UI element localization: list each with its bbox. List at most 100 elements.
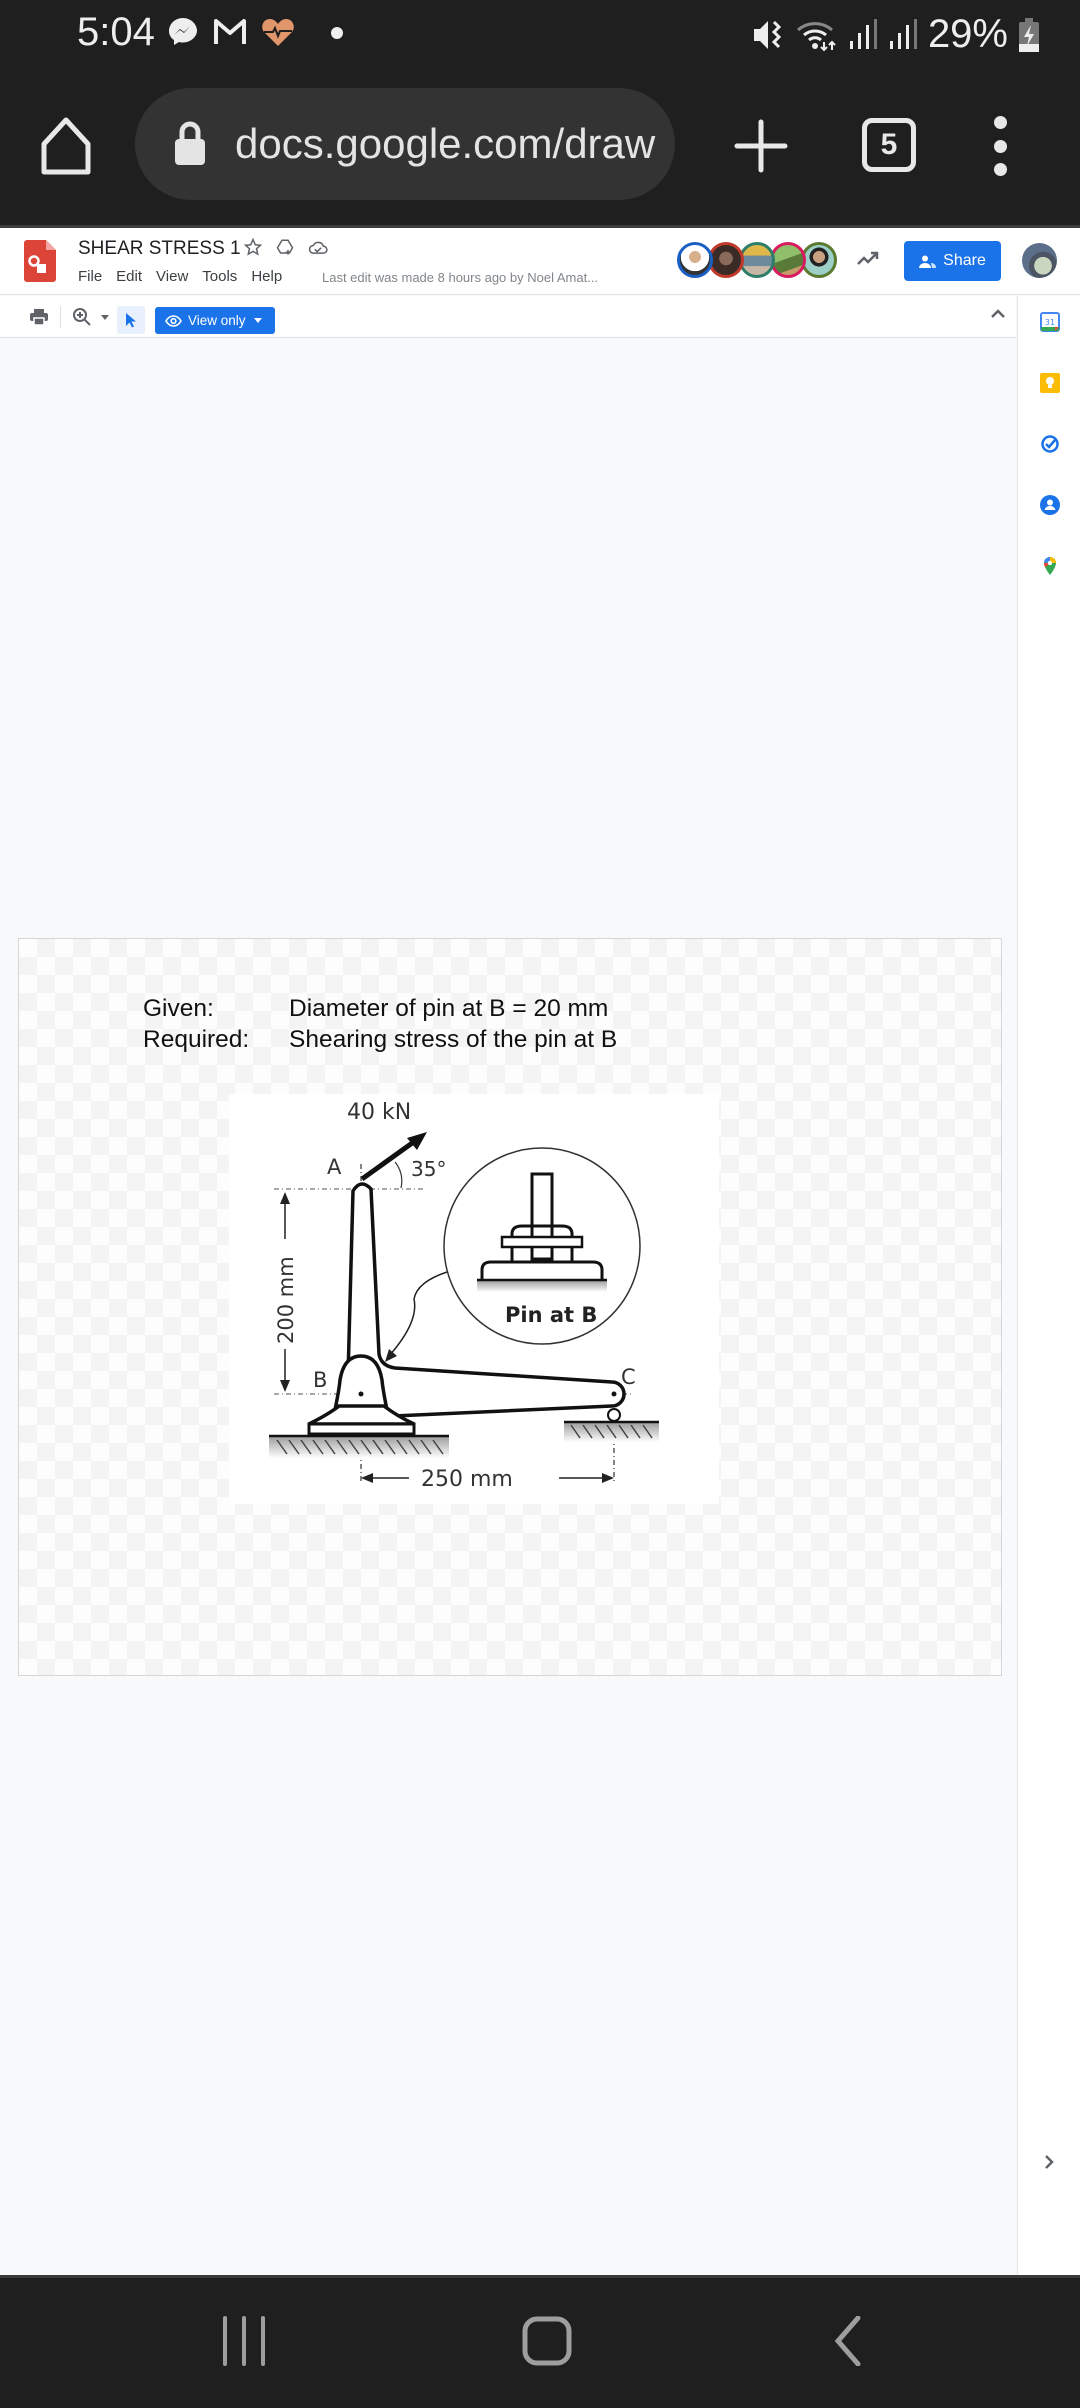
new-tab-icon[interactable] [733,118,789,174]
title-icons [244,238,328,256]
point-a-label: A [327,1155,342,1179]
wifi-icon [796,21,836,51]
browser-toolbar: docs.google.com/draw 5 [0,70,1080,225]
recent-apps-icon[interactable] [222,2316,266,2366]
signal-icon [849,18,877,49]
collaborator-avatar[interactable] [677,242,713,278]
url-text[interactable]: docs.google.com/draw [235,120,665,168]
print-icon[interactable] [30,309,48,325]
zoom-icon[interactable] [72,307,92,327]
point-c-label: C [621,1365,636,1389]
menu-bar: File Edit View Tools Help [78,268,296,285]
maps-icon[interactable] [1040,556,1060,576]
browser-menu-icon[interactable] [990,116,1010,176]
collaborator-avatars [677,242,837,278]
calendar-icon[interactable]: 31 [1040,312,1060,332]
health-heart-icon [262,19,294,46]
home-icon[interactable] [38,116,94,176]
last-edit-link[interactable]: Last edit was made 8 hours ago by Noel A… [322,270,598,285]
roller-c [607,1408,621,1422]
pin-b [358,1391,364,1397]
share-label: Share [943,252,986,269]
collaborator-avatar[interactable] [708,242,744,278]
view-only-label: View only [188,313,246,328]
android-nav-bar [0,2275,1080,2408]
chevron-right-icon[interactable] [1043,2154,1055,2170]
drawings-logo-icon[interactable] [24,240,56,282]
drawing-page[interactable]: Given: Diameter of pin at B = 20 mm Requ… [18,938,1002,1676]
signal-icon [889,18,917,49]
base-plate [307,1422,416,1436]
tab-count: 5 [880,128,898,161]
side-panel: 31 [1017,296,1080,2275]
leader-arrowhead [385,1349,397,1362]
activity-dashboard-icon[interactable] [857,250,879,266]
menu-help[interactable]: Help [251,268,282,285]
docs-header: SHEAR STRESS 1 File Edit View Tools Help… [0,228,1080,295]
cloud-saved-icon[interactable] [308,238,328,256]
menu-edit[interactable]: Edit [116,268,142,285]
calendar-day: 31 [1045,318,1055,327]
account-avatar[interactable] [1022,243,1057,278]
document-title[interactable]: SHEAR STRESS 1 [78,238,241,260]
star-icon[interactable] [244,238,262,256]
inset-label: Pin at B [505,1303,597,1327]
google-drawings-app: SHEAR STRESS 1 File Edit View Tools Help… [0,225,1080,2275]
menu-view[interactable]: View [156,268,188,285]
inset-ground [477,1280,607,1292]
dot-icon [331,27,343,39]
address-bar[interactable]: docs.google.com/draw [135,88,675,200]
angle-arc [394,1161,403,1189]
tasks-icon[interactable] [1040,434,1060,454]
gmail-icon [214,19,246,44]
battery-percent: 29% [927,12,1008,56]
given-label: Given: [143,995,214,1022]
inset-base [480,1260,604,1280]
bracket-diagram[interactable]: 40 kN A 35° 200 mm B C 250 mm Pin at B [229,1094,719,1504]
keep-icon[interactable] [1040,373,1060,393]
collaborator-avatar[interactable] [801,242,837,278]
zoom-dropdown-caret[interactable] [101,315,109,320]
person-add-icon [919,255,937,268]
force-label: 40 kN [347,1100,411,1125]
status-time: 5:04 [77,10,155,54]
angle-label: 35° [411,1157,446,1181]
ground-left [269,1436,449,1458]
contacts-icon[interactable] [1040,495,1060,515]
pin-c [611,1391,617,1397]
required-label: Required: [143,1026,250,1053]
chevron-down-icon [253,318,262,323]
collaborator-avatar[interactable] [770,242,806,278]
menu-file[interactable]: File [78,268,102,285]
system-icons: 29% [752,12,1040,57]
messenger-icon [169,18,197,45]
home-button-icon[interactable] [522,2316,572,2366]
collaborator-avatar[interactable] [739,242,775,278]
force-arrow [360,1138,417,1182]
given-text: Diameter of pin at B = 20 mm [289,995,609,1022]
toolbar: View only [0,296,1016,338]
vibrate-mute-icon [753,20,782,49]
chevron-up-icon[interactable] [990,308,1006,320]
horizontal-dimension-label: 250 mm [421,1467,513,1492]
lock-icon [175,121,205,165]
required-text: Shearing stress of the pin at B [289,1026,618,1053]
tab-switcher-button[interactable]: 5 [862,118,916,172]
move-to-drive-icon[interactable] [276,238,294,256]
inset-pin [500,1235,584,1249]
select-tool-button[interactable] [117,306,145,334]
toolbar-divider [60,306,61,328]
point-b-label: B [313,1368,327,1392]
share-button[interactable]: Share [904,241,1001,281]
menu-tools[interactable]: Tools [202,268,237,285]
back-icon[interactable] [833,2316,863,2366]
eye-icon [165,314,182,327]
status-bar: 5:04 29% [0,0,1080,70]
vertical-dimension-label: 200 mm [274,1256,298,1344]
notification-icons [167,16,349,48]
drawing-canvas[interactable]: Given: Diameter of pin at B = 20 mm Requ… [0,338,1016,2275]
inset-leader [388,1271,448,1357]
battery-charging-icon [1019,17,1039,52]
cursor-arrow-icon [126,313,136,328]
view-only-button[interactable]: View only [155,307,275,334]
